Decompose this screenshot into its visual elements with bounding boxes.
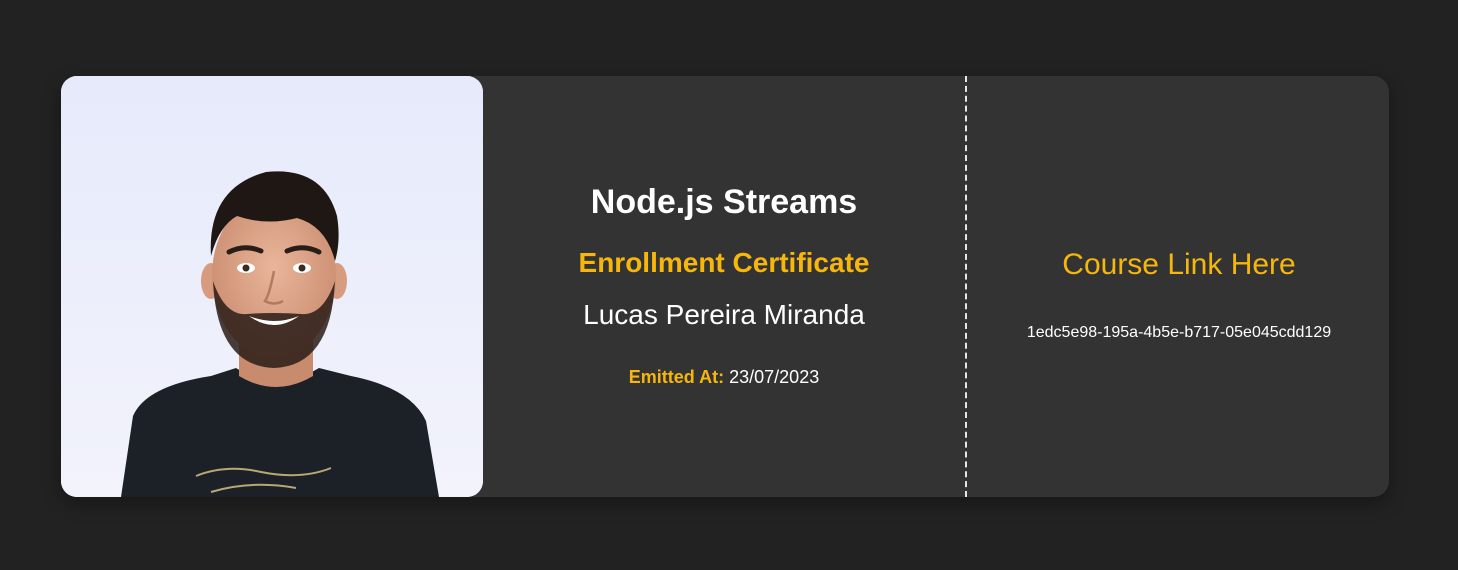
emitted-label: Emitted At: — [628, 367, 725, 387]
student-name: Lucas Pereira Miranda — [583, 299, 865, 330]
certificate-id: 1edc5e98-195a-4b5e-b717-05e045cdd129 — [1026, 324, 1332, 341]
certificate-type: Enrollment Certificate — [578, 247, 870, 278]
course-title: Node.js Streams — [590, 183, 858, 221]
portrait-illustration — [61, 76, 483, 497]
student-photo — [61, 76, 483, 497]
emitted-at: Emitted At: 23/07/2023 — [483, 367, 965, 388]
certificate-info: Node.js Streams Enrollment Certificate L… — [483, 76, 965, 497]
course-link[interactable]: Course Link Here — [969, 248, 1389, 282]
course-link-panel: Course Link Here 1edc5e98-195a-4b5e-b717… — [969, 76, 1389, 497]
certificate-card: Node.js Streams Enrollment Certificate L… — [61, 76, 1389, 497]
emitted-date: 23/07/2023 — [729, 367, 820, 387]
